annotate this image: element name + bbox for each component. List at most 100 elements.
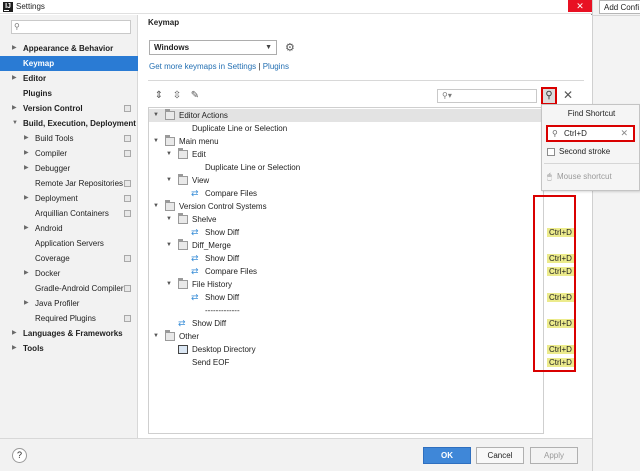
chevron-right-icon[interactable]: ▶	[24, 191, 29, 206]
chevron-down-icon[interactable]: ▼	[153, 109, 159, 122]
tree-row[interactable]: ▼ File History	[149, 278, 543, 291]
page-title: Keymap	[148, 18, 180, 27]
tree-row[interactable]: ▼ Main menu	[149, 135, 543, 148]
tree-row[interactable]: ▼ Diff_Merge	[149, 239, 543, 252]
chevron-down-icon[interactable]: ▼	[153, 330, 159, 343]
tree-row[interactable]: ⇄ Show Diff Ctrl+D	[149, 317, 574, 330]
chevron-right-icon[interactable]: ▶	[12, 101, 17, 116]
edit-shortcut-icon[interactable]: ✎	[189, 90, 201, 102]
sidebar-item[interactable]: Gradle-Android Compiler	[0, 281, 138, 296]
sidebar-item[interactable]: ▶ Build Tools	[0, 131, 138, 146]
sidebar-item[interactable]: ▶ Compiler	[0, 146, 138, 161]
dialog-footer: ? OK Cancel Apply	[0, 438, 592, 471]
folder-icon	[165, 109, 175, 120]
chevron-down-icon[interactable]: ▼	[166, 213, 172, 226]
chevron-down-icon[interactable]: ▼	[153, 200, 159, 213]
get-keymaps-link-text[interactable]: Get more keymaps in Settings	[149, 62, 256, 71]
chevron-down-icon[interactable]: ▼	[166, 278, 172, 291]
folder-icon	[178, 148, 188, 159]
sidebar-item[interactable]: ▶ Languages & Frameworks	[0, 326, 138, 341]
chevron-down-icon[interactable]: ▼	[166, 148, 172, 161]
settings-search-input[interactable]: ⚲	[11, 20, 131, 34]
tree-row[interactable]: ⇄ Compare Files	[149, 187, 543, 200]
plugins-link[interactable]: Plugins	[263, 62, 289, 71]
tree-row[interactable]: Duplicate Line or Selection	[149, 122, 543, 135]
sidebar-item[interactable]: ▶ Android	[0, 221, 138, 236]
cancel-button[interactable]: Cancel	[476, 447, 524, 464]
sidebar-item[interactable]: Coverage	[0, 251, 138, 266]
chevron-right-icon[interactable]: ▶	[24, 266, 29, 281]
keymap-panel: Keymap Windows ▼ ⚙ Get more keymaps in S…	[139, 15, 592, 438]
sidebar-item[interactable]: ▶ Docker	[0, 266, 138, 281]
tree-row[interactable]: ⇄ Show Diff Ctrl+D	[149, 252, 574, 265]
sidebar-item[interactable]: ▼ Build, Execution, Deployment	[0, 116, 138, 131]
sidebar-item[interactable]: Remote Jar Repositories	[0, 176, 138, 191]
tree-row[interactable]: ⇄ Show Diff Ctrl+D	[149, 226, 574, 239]
apply-button[interactable]: Apply	[530, 447, 578, 464]
sidebar-item[interactable]: Application Servers	[0, 236, 138, 251]
tree-row[interactable]: ⇄ Show Diff Ctrl+D	[149, 291, 574, 304]
chevron-right-icon[interactable]: ▶	[24, 296, 29, 311]
sidebar-item[interactable]: Plugins	[0, 86, 138, 101]
second-stroke-checkbox[interactable]	[547, 148, 555, 156]
sidebar-item[interactable]: ▶ Editor	[0, 71, 138, 86]
tree-row[interactable]: Duplicate Line or Selection	[149, 161, 543, 174]
add-configuration-button[interactable]: Add Confi	[599, 0, 640, 14]
tree-row[interactable]: ▼ Editor Actions	[149, 109, 543, 122]
action-label: Edit	[192, 150, 206, 159]
tree-row[interactable]: ▼ Other	[149, 330, 543, 343]
sidebar-item-label: Languages & Frameworks	[23, 329, 123, 338]
sidebar-item[interactable]: Keymap	[0, 56, 138, 71]
help-button[interactable]: ?	[12, 448, 27, 463]
chevron-right-icon[interactable]: ▶	[12, 326, 17, 341]
action-label: Other	[179, 332, 200, 341]
clear-shortcut-icon[interactable]: ✕	[620, 128, 628, 139]
window-title: Settings	[16, 2, 45, 11]
project-scope-icon	[124, 135, 131, 142]
tree-row[interactable]: -------------	[149, 304, 543, 317]
expand-all-icon[interactable]: ⇕	[153, 90, 165, 102]
clear-filter-icon[interactable]: ✕	[563, 88, 573, 102]
tree-row[interactable]: ▼ Version Control Systems	[149, 200, 543, 213]
monitor-icon	[178, 345, 188, 354]
chevron-right-icon[interactable]: ▶	[24, 146, 29, 161]
chevron-right-icon[interactable]: ▶	[24, 221, 29, 236]
chevron-right-icon[interactable]: ▶	[24, 161, 29, 176]
chevron-down-icon[interactable]: ▼	[166, 174, 172, 187]
compare-arrows-icon: ⇄	[191, 292, 199, 302]
action-filter-input[interactable]: ⚲▾	[437, 89, 537, 103]
gear-icon[interactable]: ⚙	[285, 41, 295, 54]
sidebar-item[interactable]: Arquillian Containers	[0, 206, 138, 221]
sidebar-item[interactable]: Required Plugins	[0, 311, 138, 326]
sidebar-item[interactable]: ▶ Java Profiler	[0, 296, 138, 311]
shortcut-badge: Ctrl+D	[547, 254, 574, 263]
keymap-scheme-select[interactable]: Windows ▼	[149, 40, 277, 55]
chevron-right-icon[interactable]: ▶	[24, 131, 29, 146]
tree-row[interactable]: ▼ Shelve	[149, 213, 543, 226]
tree-row[interactable]: ⇄ Compare Files Ctrl+D	[149, 265, 574, 278]
action-label: Send EOF	[192, 358, 230, 367]
sidebar-item[interactable]: ▶ Tools	[0, 341, 138, 356]
tree-row[interactable]: ▼ Edit	[149, 148, 543, 161]
tree-row[interactable]: ▼ View	[149, 174, 543, 187]
tree-row[interactable]: Desktop Directory Ctrl+D	[149, 343, 574, 356]
sidebar-item[interactable]: ▶ Deployment	[0, 191, 138, 206]
ok-button[interactable]: OK	[423, 447, 471, 464]
chevron-down-icon[interactable]: ▼	[166, 239, 172, 252]
close-window-button[interactable]: ✕	[568, 0, 592, 12]
sidebar-item-label: Required Plugins	[35, 314, 96, 323]
sidebar-item-label: Docker	[35, 269, 61, 278]
shortcut-input[interactable]: ⚲ Ctrl+D ✕	[546, 125, 635, 142]
chevron-down-icon[interactable]: ▼	[153, 135, 159, 148]
sidebar-item[interactable]: ▶ Debugger	[0, 161, 138, 176]
chevron-down-icon[interactable]: ▼	[12, 116, 18, 131]
sidebar-item[interactable]: ▶ Version Control	[0, 101, 138, 116]
collapse-all-icon[interactable]: ⇳	[171, 90, 183, 102]
tree-row[interactable]: Send EOF Ctrl+D	[149, 356, 574, 369]
shortcut-badge: Ctrl+D	[547, 228, 574, 237]
chevron-right-icon[interactable]: ▶	[12, 71, 17, 86]
chevron-right-icon[interactable]: ▶	[12, 341, 17, 356]
sidebar-item[interactable]: ▶ Appearance & Behavior	[0, 41, 138, 56]
chevron-right-icon[interactable]: ▶	[12, 41, 17, 56]
find-shortcut-button[interactable]: ⚲	[541, 87, 557, 105]
